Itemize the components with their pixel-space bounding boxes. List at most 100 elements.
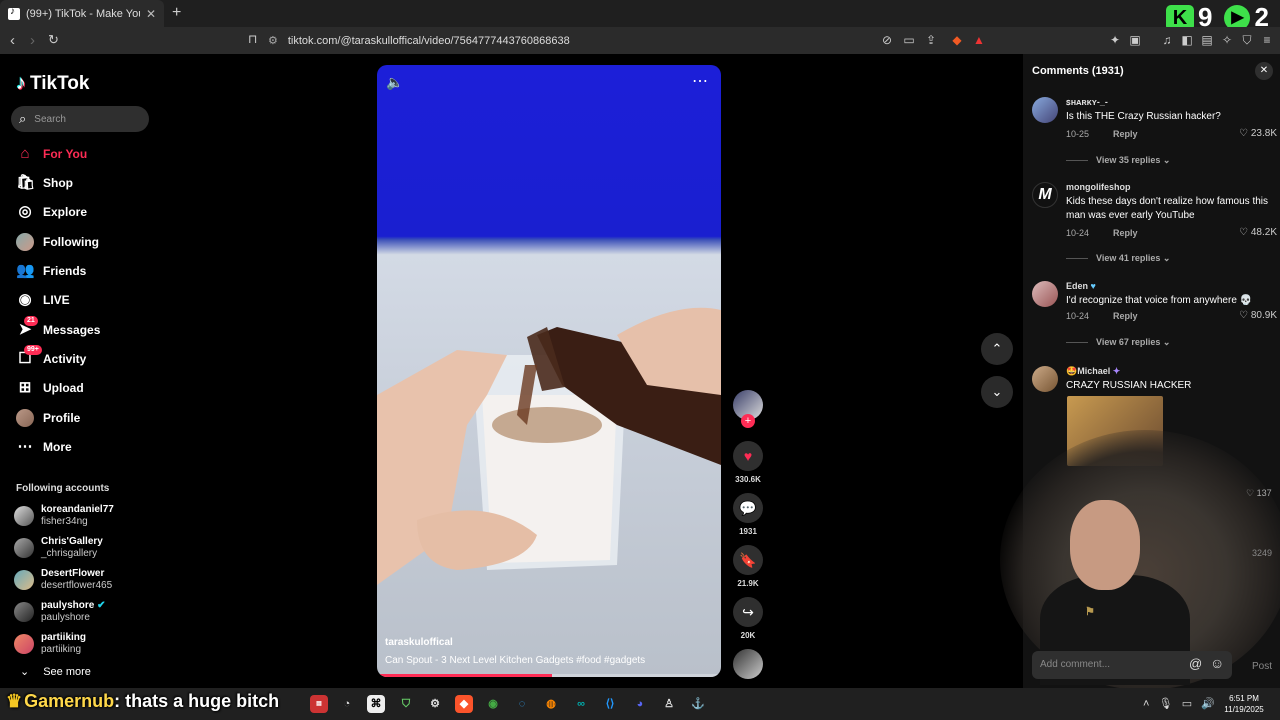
comment-user[interactable]: mongolifeshop (1066, 182, 1131, 192)
mention-icon[interactable]: @ (1189, 656, 1202, 671)
emoji-icon[interactable]: ☺ (1210, 655, 1224, 671)
browser-tab[interactable]: (99+) TikTok - Make Your Day ✕ (0, 0, 164, 27)
extensions-icon[interactable]: ✦ (1108, 33, 1122, 47)
no-cast-icon[interactable]: ⊘ (880, 33, 894, 47)
brave-rewards-icon[interactable]: ▲ (972, 33, 986, 47)
steam-icon[interactable]: ⚓ (689, 695, 707, 713)
vscode-icon[interactable]: ⟨⟩ (601, 695, 619, 713)
tiktok-favicon-icon (8, 6, 20, 20)
chrome-icon[interactable]: ◉ (484, 695, 502, 713)
comment-user[interactable]: 🤩Michael ✦ (1066, 366, 1120, 377)
app-icon[interactable]: ◔ (338, 695, 356, 713)
sidebar-item-profile[interactable]: Profile (16, 408, 80, 428)
sidebar-item-friends[interactable]: 👥 Friends (16, 261, 86, 281)
leo-icon[interactable]: ✧ (1220, 33, 1234, 47)
save-button[interactable]: 🔖 21.9K (733, 545, 763, 588)
avatar[interactable]: M (1032, 182, 1058, 208)
more-options-icon[interactable]: ⋯ (692, 71, 709, 91)
previous-video-button[interactable]: ⌃ (981, 333, 1013, 365)
video-author[interactable]: taraskuloffical (385, 637, 453, 648)
firefox-icon[interactable]: ◍ (542, 695, 560, 713)
music-disc-icon[interactable] (733, 649, 763, 679)
next-video-button[interactable]: ⌄ (981, 376, 1013, 408)
post-button[interactable]: Post (1252, 661, 1272, 672)
sidebar-item-label: Messages (43, 323, 101, 337)
video-progress-bar[interactable] (377, 674, 721, 677)
heart-outline-icon: ♡ (1239, 128, 1249, 139)
avatar[interactable] (1032, 281, 1058, 307)
close-icon[interactable]: ✕ (1255, 62, 1273, 80)
comment-user[interactable]: Eden ♥ (1066, 281, 1096, 291)
close-tab-icon[interactable]: ✕ (146, 7, 156, 21)
account-name: DesertFlower (41, 568, 105, 579)
forward-icon[interactable]: › (30, 32, 35, 49)
comment-like[interactable]: ♡ 23.8K (1239, 128, 1277, 139)
like-button[interactable]: ♥ 330.6K (733, 441, 763, 484)
sidebar-item-following[interactable]: Following (16, 232, 99, 252)
site-settings-icon[interactable]: ⚙ (268, 34, 278, 47)
view-replies-button[interactable]: View 67 replies ⌄ (1066, 337, 1170, 348)
comment-date: 10-25 (1066, 129, 1090, 139)
comment-text: I'd recognize that voice from anywhere 💀 (1066, 295, 1253, 306)
vpn-icon[interactable]: ⛉ (1240, 33, 1254, 47)
comment-button[interactable]: 💬 1931 (733, 493, 763, 536)
account-item[interactable]: paulyshore ✔ paulyshore (14, 600, 106, 624)
view-replies-button[interactable]: View 41 replies ⌄ (1066, 253, 1170, 264)
back-icon[interactable]: ‹ (10, 32, 15, 49)
sidebar-item-for-you[interactable]: ⌂ For You (16, 144, 87, 164)
streamer-head (1070, 500, 1140, 590)
clock[interactable]: 6:51 PM 11/19/2025 (1220, 693, 1268, 715)
sidebar-item-live[interactable]: ◉ LIVE (16, 290, 69, 310)
brave-shield-icon[interactable]: ◆ (950, 33, 964, 47)
app-icon[interactable]: ▤ (310, 695, 328, 713)
comment-like[interactable]: ♡ 80.9K (1239, 310, 1277, 321)
search-input[interactable]: ⌕ Search (11, 106, 149, 132)
reload-icon[interactable]: ↻ (48, 32, 59, 48)
app-icon[interactable]: ♙ (660, 695, 678, 713)
media-icon[interactable]: ♫ (1160, 33, 1174, 47)
brave-icon[interactable]: ◆ (455, 695, 473, 713)
app-icon[interactable]: ⌘ (367, 695, 385, 713)
wallet-icon[interactable]: ▤ (1200, 33, 1214, 47)
account-item[interactable]: Chris'Gallery _chrisgallery (14, 536, 103, 560)
reply-button[interactable]: Reply (1113, 311, 1138, 321)
account-item[interactable]: partiiking partiiking (14, 632, 86, 656)
share-button[interactable]: ↪ 20K (733, 597, 763, 640)
follow-plus-icon[interactable]: + (741, 414, 755, 428)
new-tab-button[interactable]: + (172, 4, 181, 22)
reply-button[interactable]: Reply (1113, 228, 1138, 238)
reply-button[interactable]: Reply (1113, 129, 1138, 139)
app-icon[interactable]: ⛉ (397, 695, 415, 713)
see-more-button[interactable]: ⌄ See more (20, 665, 91, 679)
comment-user[interactable]: ꜱʜᴀʀᴋʏ-_- (1066, 97, 1108, 108)
avatar[interactable] (1032, 97, 1058, 123)
compass-icon: ◎ (18, 203, 32, 220)
edge-icon[interactable]: ◌ (513, 695, 531, 713)
tab-search-icon[interactable]: ▣ (1128, 33, 1142, 47)
share-icon[interactable]: ⇪ (924, 33, 938, 47)
app-icon[interactable]: ⚙ (426, 695, 444, 713)
bookmark-icon[interactable]: ⊓ (248, 32, 257, 46)
account-item[interactable]: DesertFlower desertflower465 (14, 568, 112, 592)
tiktok-logo[interactable]: ♪ TikTok (16, 72, 89, 95)
shop-icon: 🛍 (16, 174, 36, 191)
avatar[interactable] (1032, 366, 1058, 392)
discord-icon[interactable]: ◕ (631, 695, 649, 713)
app-icon[interactable]: ∞ (572, 695, 590, 713)
menu-icon[interactable]: ≡ (1260, 33, 1274, 47)
sidebar-item-upload[interactable]: ⊞ Upload (16, 378, 84, 398)
account-item[interactable]: koreandaniel77 fisher34ng (14, 504, 114, 528)
view-replies-button[interactable]: View 35 replies ⌄ (1066, 155, 1170, 166)
screen-icon[interactable]: ▭ (902, 33, 916, 47)
system-tray[interactable]: ˄ 🎙 ▭ 🔊 (1143, 697, 1215, 710)
sidebar-item-activity[interactable]: ☐ 99+ Activity (16, 345, 86, 369)
sidebar-item-shop[interactable]: 🛍 Shop (16, 173, 73, 193)
comment-like[interactable]: ♡ 137 (1246, 488, 1272, 499)
comment-like[interactable]: ♡ 48.2K (1239, 227, 1277, 238)
sidebar-toggle-icon[interactable]: ◧ (1180, 33, 1194, 47)
video-player[interactable]: 🔈 ⋯ taraskuloffical Can Spout - 3 Next L… (377, 65, 721, 677)
sidebar-item-more[interactable]: ⋯ More (16, 437, 72, 457)
sidebar-item-explore[interactable]: ◎ Explore (16, 202, 87, 222)
volume-icon[interactable]: 🔈 (386, 74, 403, 91)
sidebar-item-messages[interactable]: ➤ 21 Messages (16, 316, 101, 340)
